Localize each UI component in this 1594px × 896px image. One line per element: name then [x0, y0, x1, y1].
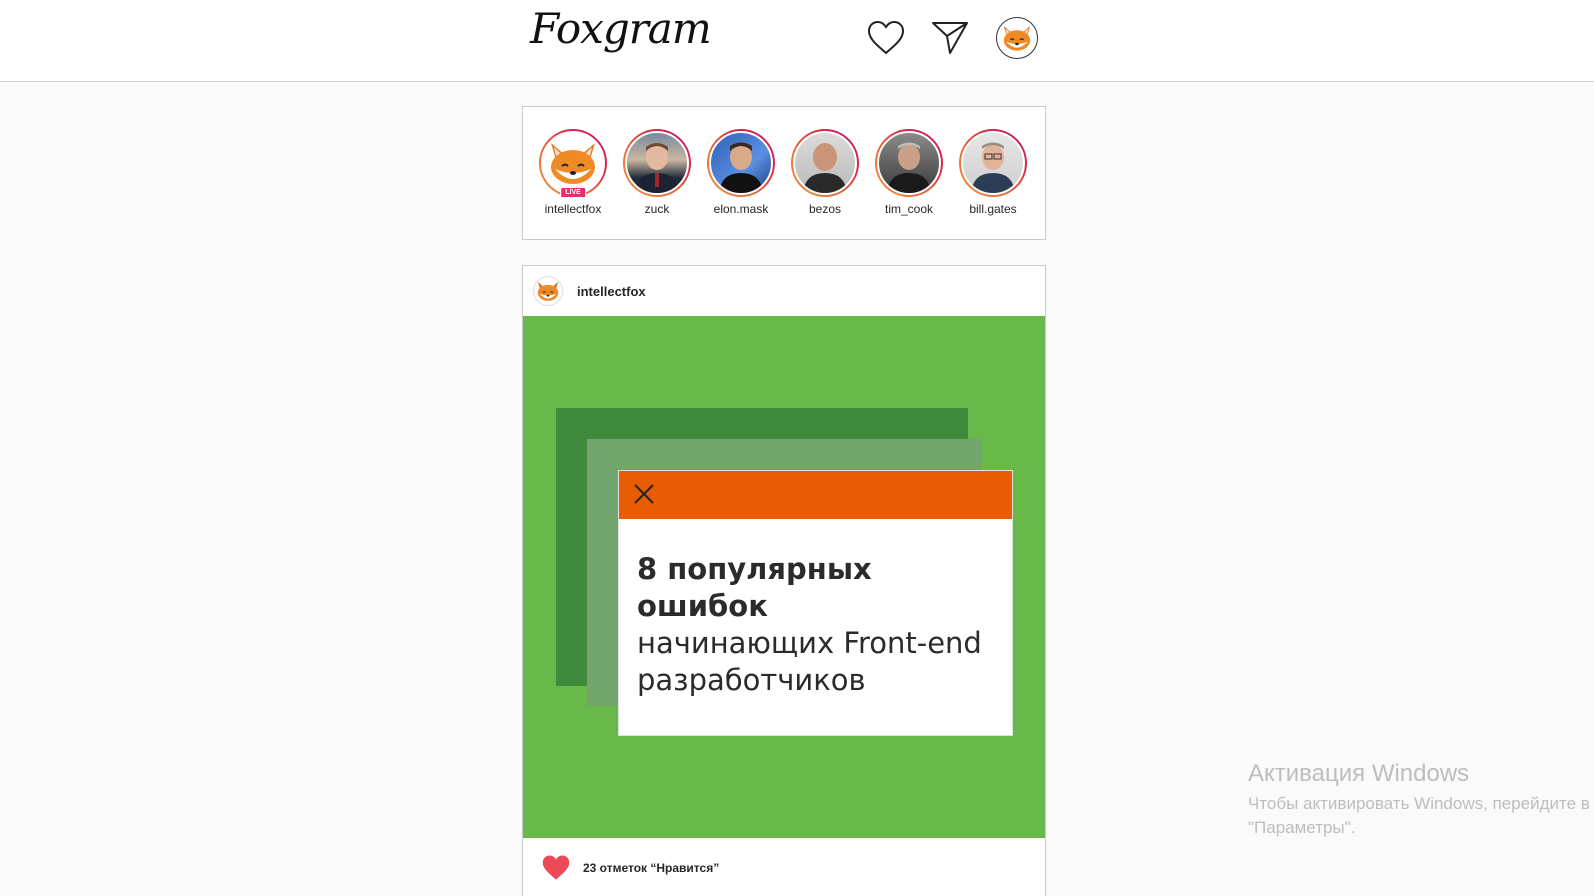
image-card: 8 популярных ошибок начинающих Front-end…: [618, 470, 1013, 736]
person-photo-icon: [971, 142, 1015, 193]
post-image[interactable]: 8 популярных ошибок начинающих Front-end…: [523, 316, 1045, 838]
post-header: intellectfox: [523, 266, 1045, 316]
feed-post: intellectfox 8 популярных ошибок начинаю…: [522, 265, 1046, 896]
story-zuck[interactable]: zuck: [617, 129, 697, 216]
story-tim-cook[interactable]: tim_cook: [869, 129, 949, 216]
top-navigation-bar: Foxgram: [0, 0, 1594, 82]
live-badge: LIVE: [560, 187, 586, 198]
close-icon: [634, 484, 654, 504]
person-photo-icon: [887, 142, 931, 193]
fox-avatar-icon: [551, 143, 595, 184]
fox-avatar-icon: [1003, 26, 1031, 51]
post-author-username[interactable]: intellectfox: [577, 284, 646, 299]
post-author-avatar[interactable]: [533, 276, 563, 306]
person-photo-icon: [803, 143, 847, 193]
watermark-line2: "Параметры".: [1248, 818, 1356, 837]
story-bill-gates[interactable]: bill.gates: [953, 129, 1033, 216]
card-title-bar: [619, 471, 1012, 519]
story-username: bezos: [808, 202, 842, 216]
heart-icon-svg: [867, 20, 905, 55]
card-subline-line2: разработчиков: [637, 663, 866, 697]
like-heart-icon[interactable]: [541, 854, 571, 882]
story-bezos[interactable]: bezos: [785, 129, 865, 216]
windows-activation-watermark: Активация Windows Чтобы активировать Win…: [1248, 760, 1594, 838]
stories-bar: LIVE intellectfox zuck elon.mask bezos t…: [522, 106, 1046, 240]
card-headline-line2: ошибок: [637, 589, 768, 623]
story-username: bill.gates: [969, 202, 1017, 216]
story-username: intellectfox: [544, 202, 602, 216]
story-avatar: [625, 131, 689, 195]
watermark-title: Активация Windows: [1248, 760, 1470, 787]
person-photo-icon: [719, 142, 763, 193]
story-avatar: [541, 131, 605, 195]
person-photo-icon: [635, 143, 679, 193]
watermark-line1: Чтобы активировать Windows, перейдите в …: [1248, 794, 1594, 813]
story-username: tim_cook: [884, 202, 934, 216]
profile-avatar[interactable]: [996, 17, 1038, 59]
story-elon-mask[interactable]: elon.mask: [701, 129, 781, 216]
fox-avatar-icon: [537, 281, 559, 301]
heart-icon[interactable]: [866, 18, 906, 58]
card-text: 8 популярных ошибок начинающих Front-end…: [619, 519, 1012, 699]
story-ring: [875, 129, 943, 197]
story-avatar: [709, 131, 773, 195]
story-ring: [791, 129, 859, 197]
send-icon-svg: [932, 22, 968, 54]
card-subline-line1: начинающих Front-end: [637, 626, 982, 660]
card-headline-line1: 8 популярных: [637, 552, 872, 586]
story-avatar: [877, 131, 941, 195]
story-username: elon.mask: [713, 202, 769, 216]
post-footer: 23 отметок “Нравится”: [523, 848, 719, 888]
likes-count[interactable]: 23 отметок “Нравится”: [583, 861, 719, 875]
story-avatar: [961, 131, 1025, 195]
story-ring: [707, 129, 775, 197]
send-icon[interactable]: [930, 18, 970, 58]
story-ring: [623, 129, 691, 197]
story-username: zuck: [644, 202, 670, 216]
story-intellectfox[interactable]: LIVE intellectfox: [533, 129, 613, 216]
story-avatar: [793, 131, 857, 195]
story-ring: [959, 129, 1027, 197]
app-logo[interactable]: Foxgram: [530, 4, 712, 53]
